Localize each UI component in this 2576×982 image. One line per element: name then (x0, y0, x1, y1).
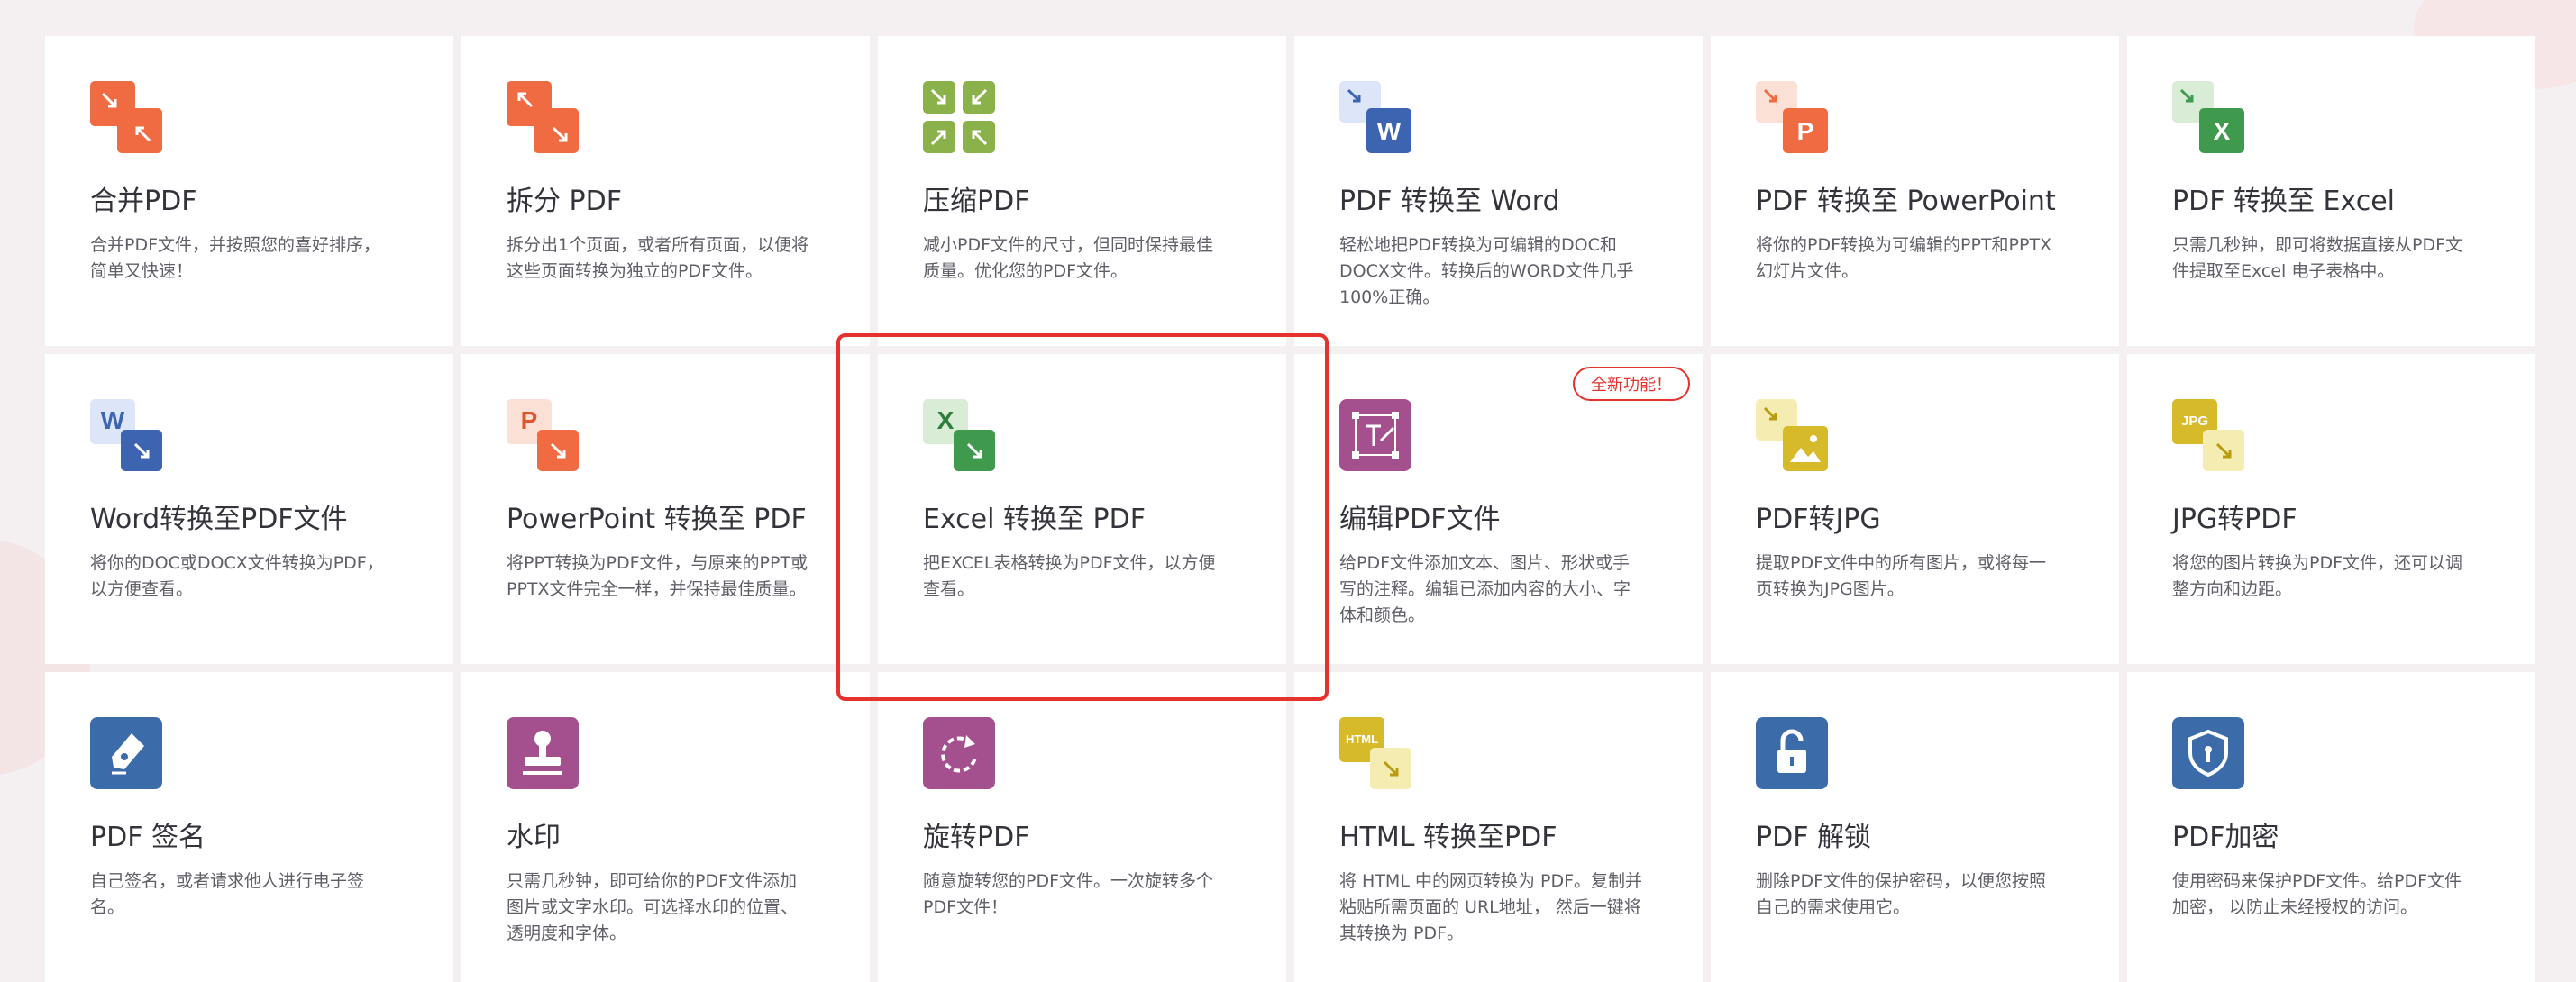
tool-description: 删除PDF文件的保护密码，以便您按照自己的需求使用它。 (1756, 871, 2047, 917)
tool-description: 把EXCEL表格转换为PDF文件，以方便查看。 (923, 553, 1216, 599)
tool-description: 减小PDF文件的尺寸，但同时保持最佳质量。优化您的PDF文件。 (923, 235, 1214, 281)
jpg-to-pdf-icon: JPG (2172, 399, 2244, 471)
split-icon (507, 81, 579, 153)
tool-description: 使用密码来保护PDF文件。给PDF文件加密， 以防止未经授权的访问。 (2172, 871, 2462, 917)
pdf-to-excel-icon: X (2172, 81, 2244, 153)
tool-description: 拆分出1个页面，或者所有页面，以便将这些页面转换为独立的PDF文件。 (507, 235, 809, 281)
tool-description: 给PDF文件添加文本、图片、形状或手写的注释。编辑已添加内容的大小、字体和颜色。 (1339, 553, 1631, 625)
pdf-to-jpg-icon (1756, 399, 1828, 471)
tool-card-jpg-to-pdf[interactable]: JPG JPG转PDF 将您的图片转换为PDF文件，还可以调整方向和边距。 (2127, 354, 2535, 664)
tool-title: 合并PDF (90, 186, 197, 217)
tool-description: 将 HTML 中的网页转换为 PDF。复制并粘贴所需页面的 URL地址， 然后一… (1339, 871, 1643, 943)
tool-description: 只需几秒钟，即可给你的PDF文件添加图片或文字水印。可选择水印的位置、透明度和字… (507, 871, 799, 943)
tool-title: 压缩PDF (923, 186, 1030, 217)
tool-description: 轻松地把PDF转换为可编辑的DOC和DOCX文件。转换后的WORD文件几乎100… (1339, 235, 1634, 307)
tool-title: PDF 转换至 PowerPoint (1756, 186, 2056, 217)
tool-card-pdf-to-powerpoint[interactable]: P PDF 转换至 PowerPoint 将你的PDF转换为可编辑的PPT和PP… (1711, 36, 2119, 346)
tool-card-protect-pdf[interactable]: PDF加密 使用密码来保护PDF文件。给PDF文件加密， 以防止未经授权的访问。 (2127, 672, 2535, 982)
tool-card-excel-to-pdf[interactable]: X Excel 转换至 PDF 把EXCEL表格转换为PDF文件，以方便查看。 (878, 354, 1286, 664)
tool-description: 将您的图片转换为PDF文件，还可以调整方向和边距。 (2172, 553, 2463, 599)
protect-icon (2172, 717, 2244, 789)
pdf-to-word-icon: W (1339, 81, 1411, 153)
tool-title: PowerPoint 转换至 PDF (507, 504, 807, 535)
tool-title: 水印 (507, 822, 561, 853)
excel-to-pdf-icon: X (923, 399, 995, 471)
unlock-icon (1756, 717, 1828, 789)
tool-title: PDF加密 (2172, 822, 2279, 853)
html-to-pdf-icon: HTML (1339, 717, 1411, 789)
tool-title: PDF 转换至 Word (1339, 186, 1560, 217)
tool-title: Word转换至PDF文件 (90, 504, 348, 535)
pdf-to-powerpoint-icon: P (1756, 81, 1828, 153)
merge-icon (90, 81, 162, 153)
tool-card-rotate-pdf[interactable]: 旋转PDF 随意旋转您的PDF文件。一次旋转多个PDF文件！ (878, 672, 1286, 982)
tool-card-pdf-to-word[interactable]: W PDF 转换至 Word 轻松地把PDF转换为可编辑的DOC和DOCX文件。… (1294, 36, 1703, 346)
tool-description: 将你的PDF转换为可编辑的PPT和PPTX幻灯片文件。 (1756, 235, 2052, 281)
tool-title: PDF 解锁 (1756, 822, 1871, 853)
tool-title: 旋转PDF (923, 822, 1030, 853)
tool-card-sign-pdf[interactable]: PDF 签名 自己签名，或者请求他人进行电子签名。 (45, 672, 453, 982)
tool-description: 将PPT转换为PDF文件，与原来的PPT或PPTX文件完全一样，并保持最佳质量。 (507, 553, 808, 599)
tool-description: 自己签名，或者请求他人进行电子签名。 (90, 871, 365, 917)
tools-grid: 合并PDF 合并PDF文件，并按照您的喜好排序，简单又快速！ 拆分 PDF 拆分… (45, 36, 2535, 982)
powerpoint-to-pdf-icon: P (507, 399, 579, 471)
tool-description: 提取PDF文件中的所有图片，或将每一页转换为JPG图片。 (1756, 553, 2047, 599)
tool-title: JPG转PDF (2172, 504, 2297, 535)
tool-card-html-to-pdf[interactable]: HTML HTML 转换至PDF 将 HTML 中的网页转换为 PDF。复制并粘… (1294, 672, 1703, 982)
tool-card-merge-pdf[interactable]: 合并PDF 合并PDF文件，并按照您的喜好排序，简单又快速！ (45, 36, 453, 346)
tool-card-watermark[interactable]: 水印 只需几秒钟，即可给你的PDF文件添加图片或文字水印。可选择水印的位置、透明… (461, 672, 870, 982)
tool-description: 将你的DOC或DOCX文件转换为PDF，以方便查看。 (90, 553, 384, 599)
new-feature-badge: 全新功能！ (1573, 367, 1690, 401)
tool-card-pdf-to-jpg[interactable]: PDF转JPG 提取PDF文件中的所有图片，或将每一页转换为JPG图片。 (1711, 354, 2119, 664)
tool-card-compress-pdf[interactable]: 压缩PDF 减小PDF文件的尺寸，但同时保持最佳质量。优化您的PDF文件。 (878, 36, 1286, 346)
tool-card-pdf-to-excel[interactable]: X PDF 转换至 Excel 只需几秒钟，即可将数据直接从PDF文件提取至Ex… (2127, 36, 2535, 346)
sign-pdf-icon (90, 717, 162, 789)
tool-title: PDF 签名 (90, 822, 206, 853)
tool-title: HTML 转换至PDF (1339, 822, 1557, 853)
tool-title: 编辑PDF文件 (1339, 504, 1501, 535)
tool-description: 合并PDF文件，并按照您的喜好排序，简单又快速！ (90, 235, 381, 281)
tool-title: PDF 转换至 Excel (2172, 186, 2395, 217)
tool-title: PDF转JPG (1756, 504, 1881, 535)
tool-description: 只需几秒钟，即可将数据直接从PDF文件提取至Excel 电子表格中。 (2172, 235, 2463, 281)
edit-pdf-icon (1339, 399, 1411, 471)
watermark-icon (507, 717, 579, 789)
tool-card-powerpoint-to-pdf[interactable]: P PowerPoint 转换至 PDF 将PPT转换为PDF文件，与原来的PP… (461, 354, 870, 664)
tool-title: 拆分 PDF (507, 186, 622, 217)
tool-card-edit-pdf[interactable]: 全新功能！ 编辑PDF文件 给PDF文件添加文本、图片、形状或手写的注释。编辑已… (1294, 354, 1703, 664)
tool-card-word-to-pdf[interactable]: W Word转换至PDF文件 将你的DOC或DOCX文件转换为PDF，以方便查看… (45, 354, 453, 664)
word-to-pdf-icon: W (90, 399, 162, 471)
tool-card-split-pdf[interactable]: 拆分 PDF 拆分出1个页面，或者所有页面，以便将这些页面转换为独立的PDF文件… (461, 36, 870, 346)
rotate-icon (923, 717, 995, 789)
tool-description: 随意旋转您的PDF文件。一次旋转多个PDF文件！ (923, 871, 1214, 917)
tool-card-unlock-pdf[interactable]: PDF 解锁 删除PDF文件的保护密码，以便您按照自己的需求使用它。 (1711, 672, 2119, 982)
tool-title: Excel 转换至 PDF (923, 504, 1146, 535)
compress-icon (923, 81, 995, 153)
